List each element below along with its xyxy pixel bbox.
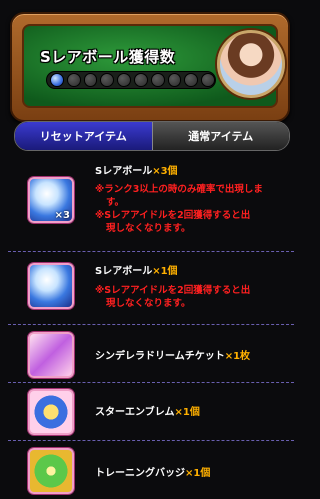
list-item: スターエンブレム×1個: [0, 385, 302, 437]
list-item: トレーニングバッジ×1個: [0, 444, 302, 499]
tab-normal-items[interactable]: 通常アイテム: [152, 122, 289, 150]
training-badge-icon: [28, 448, 74, 494]
divider: [8, 251, 294, 252]
ball-slot: [167, 73, 182, 87]
ball-progress-track: [46, 71, 216, 89]
ball-slot-filled: [50, 73, 64, 87]
s-rare-ball-icon: [28, 263, 74, 309]
item-name: シンデレラドリームチケット×1枚: [95, 351, 251, 362]
icon-badge: ×3: [54, 210, 70, 221]
ball-slot: [133, 73, 148, 87]
item-name: Sレアボール×1個: [95, 266, 178, 277]
idol-avatar: [217, 30, 285, 98]
divider: [8, 382, 294, 383]
divider: [8, 324, 294, 325]
ball-slot: [117, 73, 131, 87]
list-item: シンデレラドリームチケット×1枚: [0, 327, 302, 379]
ball-slot: [100, 73, 115, 87]
list-item: ×3 Sレアボール×3個 ※ランク3以上の時のみ確率で出現しま す。 ※Sレアアイ…: [0, 155, 302, 250]
ball-slot: [66, 73, 81, 87]
ball-slot: [150, 73, 165, 87]
item-note: ※ランク3以上の時のみ確率で出現しま す。 ※Sレアアイドルを2回獲得すると出 現し…: [95, 184, 263, 234]
ball-slot: [201, 73, 215, 87]
dream-ticket-icon: [28, 332, 74, 378]
item-name: スターエンブレム×1個: [95, 407, 200, 418]
divider: [8, 440, 294, 441]
ball-slot: [83, 73, 98, 87]
item-name: トレーニングバッジ×1個: [95, 468, 211, 479]
ball-count-board: Sレアボール獲得数: [10, 12, 290, 122]
s-rare-ball-icon: ×3: [28, 177, 74, 223]
tab-reset-items[interactable]: リセットアイテム: [15, 122, 153, 150]
item-note: ※Sレアアイドルを2回獲得すると出 現しなくなります。: [95, 285, 251, 309]
board-title: Sレアボール獲得数: [40, 48, 176, 66]
star-emblem-icon: [28, 389, 74, 435]
list-item: Sレアボール×1個 ※Sレアアイドルを2回獲得すると出 現しなくなります。: [0, 255, 302, 325]
item-tabs: リセットアイテム 通常アイテム: [14, 121, 290, 151]
ball-slot: [184, 73, 199, 87]
item-name: Sレアボール×3個: [95, 166, 178, 177]
